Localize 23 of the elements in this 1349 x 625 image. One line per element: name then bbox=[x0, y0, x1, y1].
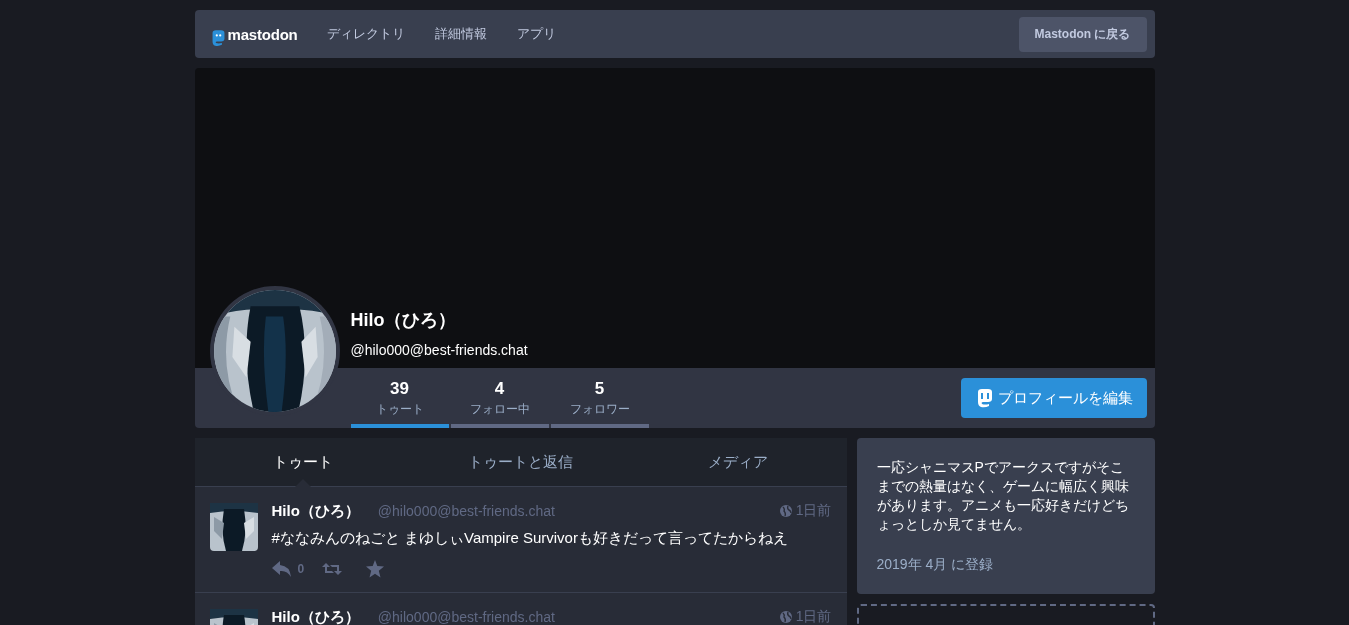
join-date: 2019年 4月 に登録 bbox=[876, 556, 995, 574]
display-name: Hilo（ひろ） bbox=[350, 309, 458, 332]
counter-tab[interactable]: 5 フォロワー bbox=[550, 368, 649, 428]
globe-icon bbox=[779, 505, 792, 517]
counter-tab[interactable]: 4 フォロー中 bbox=[450, 368, 549, 428]
counter-tab[interactable]: 39 トゥート bbox=[350, 368, 449, 428]
timeline-tab[interactable]: トゥートと返信 bbox=[411, 438, 630, 486]
account-handle: @hilo000@best-friends.chat bbox=[350, 342, 528, 358]
timeline-tab[interactable]: メディア bbox=[629, 438, 847, 486]
reply-icon[interactable] bbox=[271, 561, 292, 577]
nav-link[interactable]: ディレクトリ bbox=[311, 25, 420, 43]
post-text: #ななみんのねごと まゆしぃVampire Survivorも好きだって言ってたからねえ bbox=[271, 529, 789, 548]
bio-text: 一応シャニマスPでアークスですがそこまでの熱量はなく、ゲームに幅広く興味があります。アニメも一応好きだけどちょっとしか見てません。 bbox=[876, 458, 1130, 534]
author-name[interactable]: Hilo（ひろ） bbox=[271, 607, 360, 625]
star-icon[interactable] bbox=[366, 560, 385, 578]
nav-link[interactable]: アプリ bbox=[501, 25, 571, 43]
logo-wordmark[interactable]: mastodon bbox=[227, 25, 298, 43]
back-to-mastodon-button[interactable]: Mastodon に戻る bbox=[1018, 16, 1147, 52]
author-name[interactable]: Hilo（ひろ） bbox=[271, 501, 360, 521]
timeline-tab[interactable]: トゥート bbox=[194, 438, 412, 486]
nav-link[interactable]: 詳細情報 bbox=[419, 25, 502, 43]
boost-icon[interactable] bbox=[322, 561, 343, 577]
reply-count: 0 bbox=[297, 562, 305, 576]
